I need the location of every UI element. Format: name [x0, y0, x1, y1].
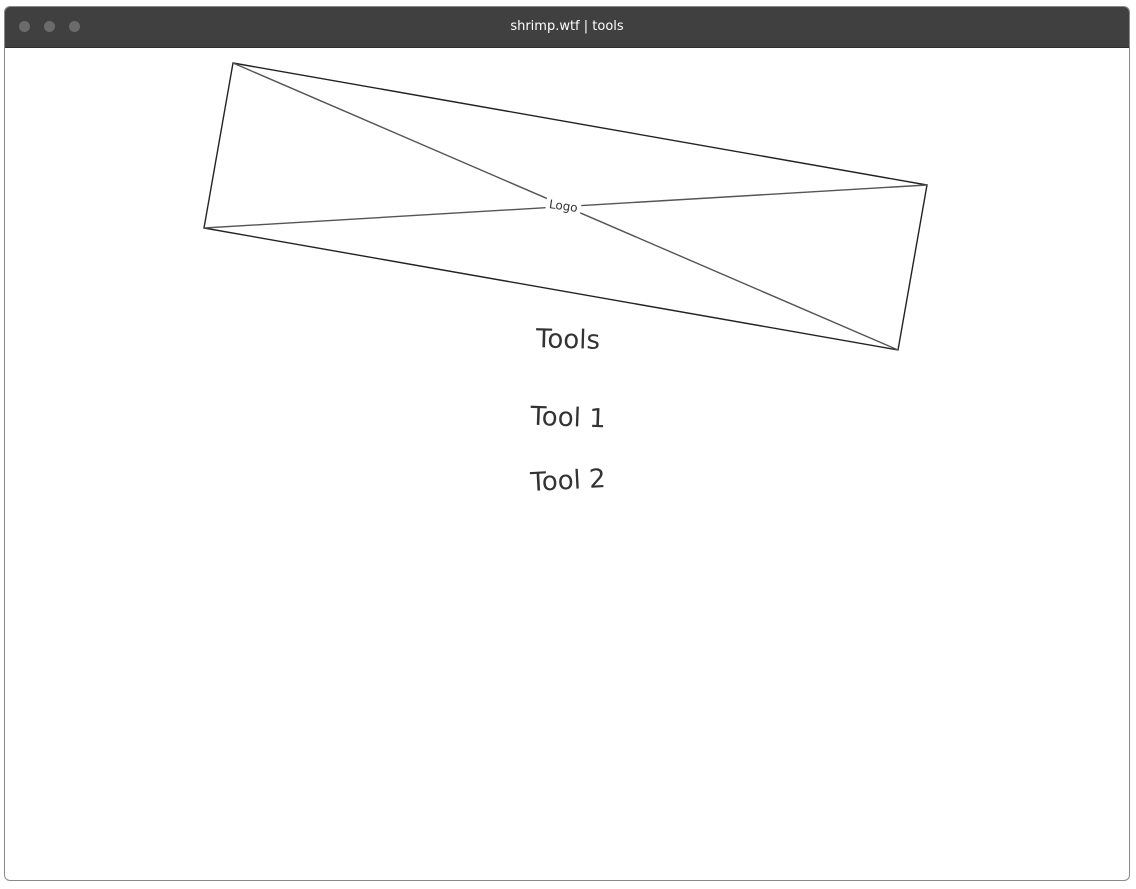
- page-content: Logo Tools Tool 1 Tool 2: [5, 48, 1129, 880]
- window-title: shrimp.wtf | tools: [510, 19, 624, 34]
- browser-window: shrimp.wtf | tools Logo Tools Tool 1 Too…: [4, 6, 1130, 881]
- title-bar[interactable]: shrimp.wtf | tools: [5, 7, 1129, 48]
